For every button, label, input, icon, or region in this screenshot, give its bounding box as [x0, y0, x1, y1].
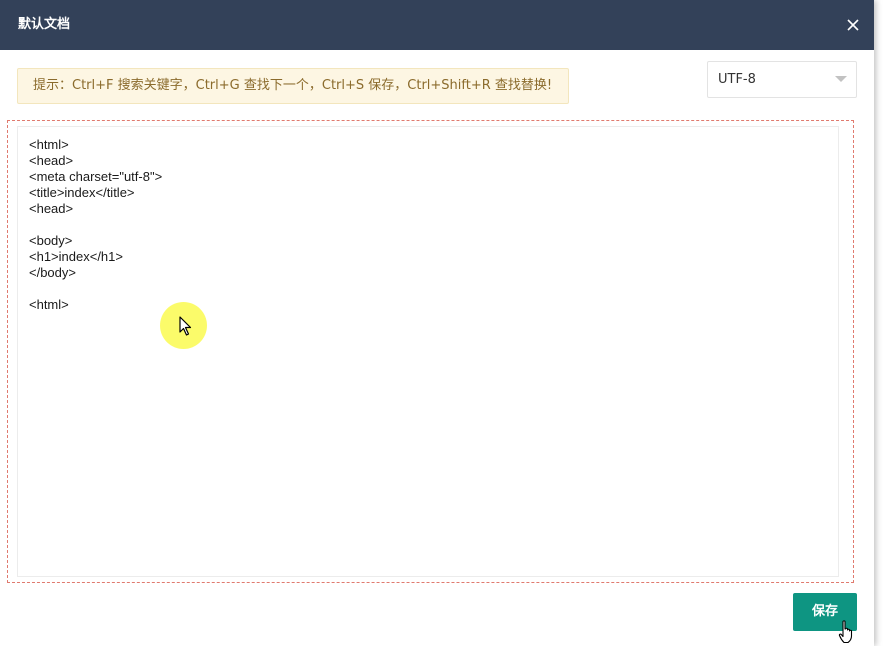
encoding-selected-value: UTF-8 — [718, 72, 756, 87]
dialog-titlebar: 默认文档 — [0, 0, 874, 50]
code-line: <meta charset="utf-8"> — [29, 169, 163, 184]
mouse-pointer-icon — [179, 316, 192, 336]
code-editor[interactable]: <html> <head> <meta charset="utf-8"> <ti… — [17, 126, 839, 577]
code-line: <html> — [29, 297, 69, 312]
code-line: </body> — [29, 265, 76, 280]
code-line: <head> — [29, 201, 74, 216]
code-line: <body> — [29, 233, 73, 248]
code-line: <head> — [29, 153, 74, 168]
code-line: <html> — [29, 137, 69, 152]
shortcut-hint: 提示：Ctrl+F 搜索关键字，Ctrl+G 查找下一个，Ctrl+S 保存，C… — [17, 68, 569, 104]
hand-pointer-icon — [838, 620, 853, 644]
code-line: <h1>index</h1> — [29, 249, 123, 264]
chevron-down-icon — [835, 76, 847, 82]
dialog-title: 默认文档 — [18, 17, 71, 32]
close-icon[interactable] — [843, 15, 863, 35]
document-editor-dialog: 默认文档 提示：Ctrl+F 搜索关键字，Ctrl+G 查找下一个，Ctrl+S… — [0, 0, 874, 646]
encoding-select[interactable]: UTF-8 — [707, 61, 857, 98]
code-line: <title>index</title> — [29, 185, 135, 200]
